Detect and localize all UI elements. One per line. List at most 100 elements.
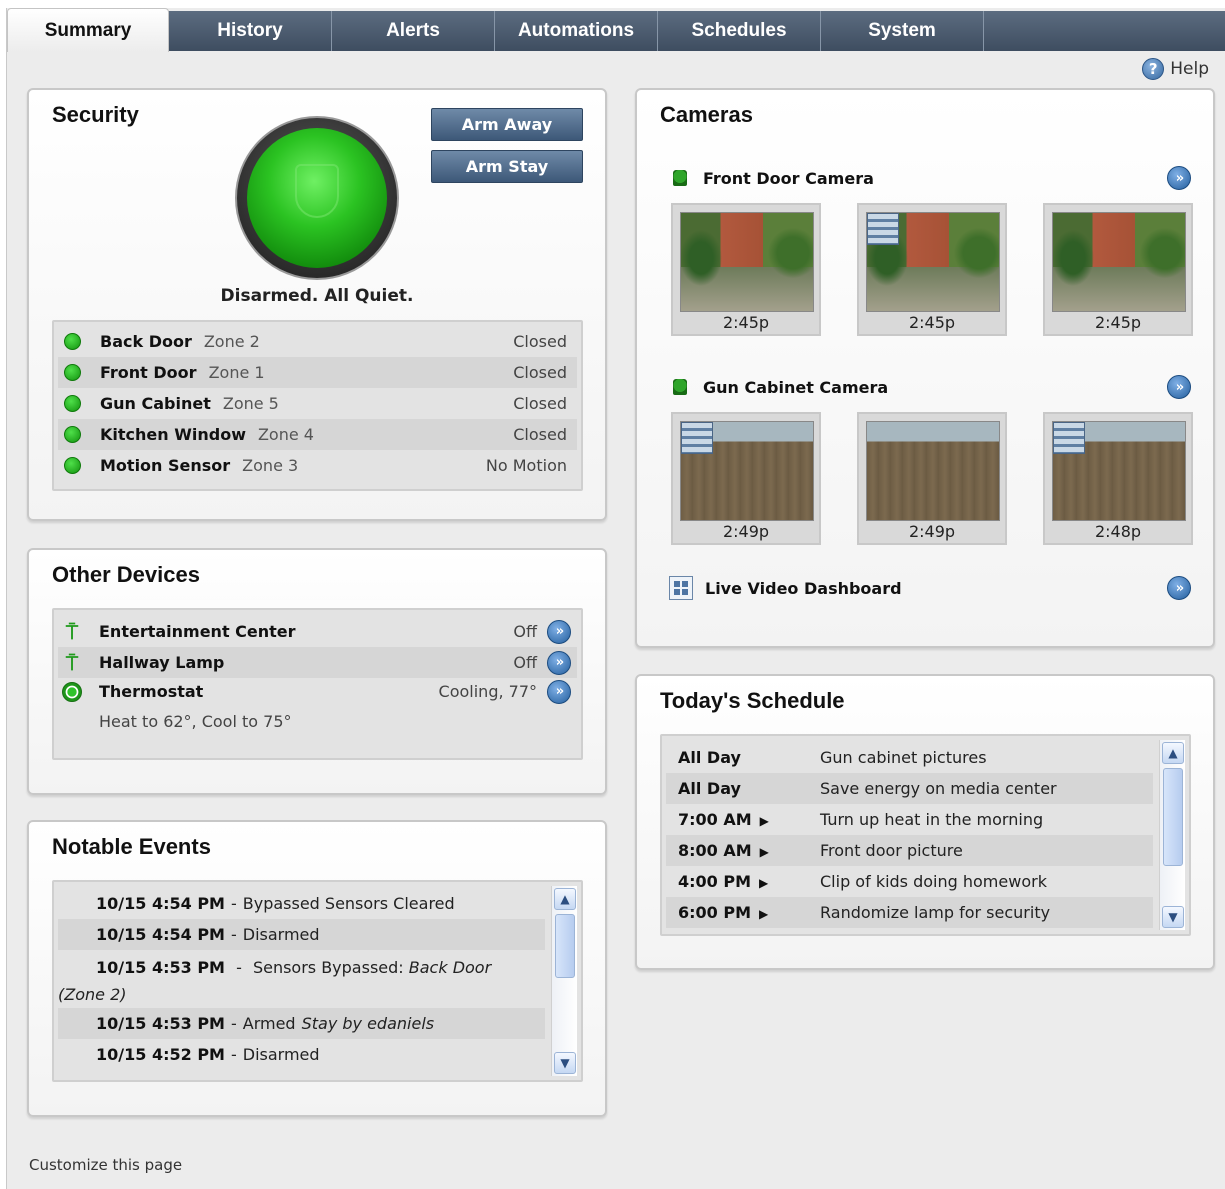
security-title: Security	[52, 102, 139, 127]
tab-alerts[interactable]: Alerts	[332, 11, 495, 51]
event-time: 10/15 4:53 PM	[96, 958, 225, 977]
sensor-state: No Motion	[485, 456, 567, 475]
grid-icon	[669, 576, 693, 600]
sensor-row: Gun Cabinet Zone 5 Closed	[58, 388, 577, 419]
sensor-name: Back Door	[100, 332, 192, 351]
tab-automations[interactable]: Automations	[495, 11, 658, 51]
clip-time: 2:49p	[722, 522, 770, 541]
cameras-panel: Cameras Front Door Camera » 2:45p 2:45p …	[635, 88, 1215, 648]
tab-schedules[interactable]: Schedules	[658, 11, 821, 51]
schedule-row[interactable]: 8:00 AM ▶ Front door picture	[666, 835, 1153, 866]
tab-summary[interactable]: Summary	[7, 8, 169, 52]
customize-page-link[interactable]: Customize this page	[29, 1156, 182, 1174]
arm-stay-button[interactable]: Arm Stay	[431, 150, 583, 183]
camera-clip[interactable]: 2:45p	[857, 203, 1007, 336]
sensor-zone: Zone 1	[208, 363, 265, 382]
video-clip-icon	[867, 213, 899, 245]
camera-clip[interactable]: 2:49p	[857, 412, 1007, 545]
lamp-icon: ⍑	[66, 619, 78, 644]
schedule-task: Clip of kids doing homework	[820, 872, 1047, 891]
device-row: ⍑ Entertainment Center Off »	[58, 616, 577, 647]
scroll-thumb[interactable]	[555, 914, 575, 978]
event-sensor-name: Back Door	[408, 958, 492, 977]
schedule-time: 6:00 PM	[678, 903, 752, 922]
live-video-dashboard-chevron-icon[interactable]: »	[1167, 576, 1191, 600]
other-devices-title: Other Devices	[52, 562, 200, 587]
clip-time: 2:45p	[908, 313, 956, 332]
event-text: Armed	[242, 1014, 296, 1033]
schedule-time: All Day	[678, 779, 741, 798]
sensor-row: Back Door Zone 2 Closed	[58, 326, 577, 357]
camera-clip[interactable]: 2:45p	[671, 203, 821, 336]
sensor-zone: Zone 5	[222, 394, 279, 413]
sensor-zone: Zone 2	[203, 332, 260, 351]
help-link[interactable]: ? Help	[1142, 58, 1209, 80]
expand-arrow-icon[interactable]: ▶	[760, 845, 769, 859]
camera-icon	[673, 379, 687, 395]
status-ok-icon	[64, 395, 81, 412]
details-chevron-icon[interactable]: »	[547, 679, 571, 704]
clip-time: 2:45p	[1094, 313, 1142, 332]
schedule-task: Gun cabinet pictures	[820, 748, 987, 767]
shield-icon	[247, 128, 387, 268]
video-clip-icon	[681, 422, 713, 454]
device-name: Hallway Lamp	[99, 653, 225, 672]
details-chevron-icon[interactable]: »	[547, 619, 571, 644]
camera-clip[interactable]: 2:45p	[1043, 203, 1193, 336]
schedule-task: Save energy on media center	[820, 779, 1057, 798]
scroll-down-icon[interactable]: ▼	[1162, 906, 1184, 928]
thermostat-setpoints: Heat to 62°, Cool to 75°	[99, 712, 292, 731]
page: Summary History Alerts Automations Sched…	[6, 8, 1225, 1189]
gun-cabinet-camera-more-icon[interactable]: »	[1167, 375, 1191, 399]
event-time: 10/15 4:54 PM	[96, 925, 225, 944]
scroll-up-icon[interactable]: ▲	[1162, 742, 1184, 764]
event-text: Sensors Bypassed:	[252, 958, 404, 977]
scroll-thumb[interactable]	[1163, 768, 1183, 866]
clip-time: 2:48p	[1094, 522, 1142, 541]
schedule-row[interactable]: 7:00 AM ▶ Turn up heat in the morning	[666, 804, 1153, 835]
sensor-list: Back Door Zone 2 Closed Front Door Zone …	[52, 320, 583, 491]
live-video-dashboard-link[interactable]: Live Video Dashboard »	[669, 575, 1191, 601]
security-status-text: Disarmed. All Quiet.	[220, 286, 414, 306]
sensor-zone: Zone 3	[242, 456, 299, 475]
expand-arrow-icon[interactable]: ▶	[759, 907, 768, 921]
expand-arrow-icon[interactable]: ▶	[759, 876, 768, 890]
schedule-row[interactable]: 6:00 PM ▶ Randomize lamp for security	[666, 897, 1153, 928]
schedule-row[interactable]: 4:00 PM ▶ Clip of kids doing homework	[666, 866, 1153, 897]
arm-away-button[interactable]: Arm Away	[431, 108, 583, 141]
sensor-state: Closed	[513, 363, 567, 382]
scroll-up-icon[interactable]: ▲	[554, 888, 576, 910]
event-time: 10/15 4:54 PM	[96, 894, 225, 913]
details-chevron-icon[interactable]: »	[547, 650, 571, 675]
device-state: Cooling, 77°	[438, 682, 537, 701]
device-row: ⍑ Hallway Lamp Off »	[58, 647, 577, 678]
event-text: Disarmed	[242, 925, 320, 944]
security-panel: Security Arm Away Arm Stay Disarmed. All…	[27, 88, 607, 521]
camera-snapshot	[866, 421, 1000, 521]
clip-time: 2:45p	[722, 313, 770, 332]
front-door-camera-more-icon[interactable]: »	[1167, 166, 1191, 190]
schedule-row: All Day Save energy on media center	[666, 773, 1153, 804]
device-state: Off	[513, 653, 537, 672]
event-row: 10/15 4:53 PM - Armed Stay by edaniels	[58, 1008, 545, 1039]
camera-name: Front Door Camera	[703, 168, 874, 188]
tab-history[interactable]: History	[169, 11, 332, 51]
sensor-row: Motion Sensor Zone 3 No Motion	[58, 450, 577, 481]
event-row: 10/15 4:54 PM - Bypassed Sensors Cleared	[96, 894, 455, 913]
camera-clip[interactable]: 2:49p	[671, 412, 821, 545]
sensor-name: Gun Cabinet	[100, 394, 211, 413]
schedule-scrollbar[interactable]: ▲ ▼	[1159, 740, 1185, 930]
schedule-row: All Day Gun cabinet pictures	[666, 742, 1153, 773]
cameras-title: Cameras	[660, 102, 753, 127]
gun-cabinet-camera-header: Gun Cabinet Camera »	[673, 375, 1191, 399]
event-text: Bypassed Sensors Cleared	[242, 894, 455, 913]
scroll-down-icon[interactable]: ▼	[554, 1052, 576, 1074]
expand-arrow-icon[interactable]: ▶	[760, 814, 769, 828]
lamp-icon: ⍑	[66, 650, 78, 675]
schedule-panel: Today's Schedule All Day Gun cabinet pic…	[635, 674, 1215, 970]
events-scrollbar[interactable]: ▲ ▼	[551, 886, 577, 1076]
schedule-task: Turn up heat in the morning	[820, 810, 1044, 829]
tab-system[interactable]: System	[821, 11, 984, 51]
schedule-time: 4:00 PM	[678, 872, 752, 891]
camera-clip[interactable]: 2:48p	[1043, 412, 1193, 545]
